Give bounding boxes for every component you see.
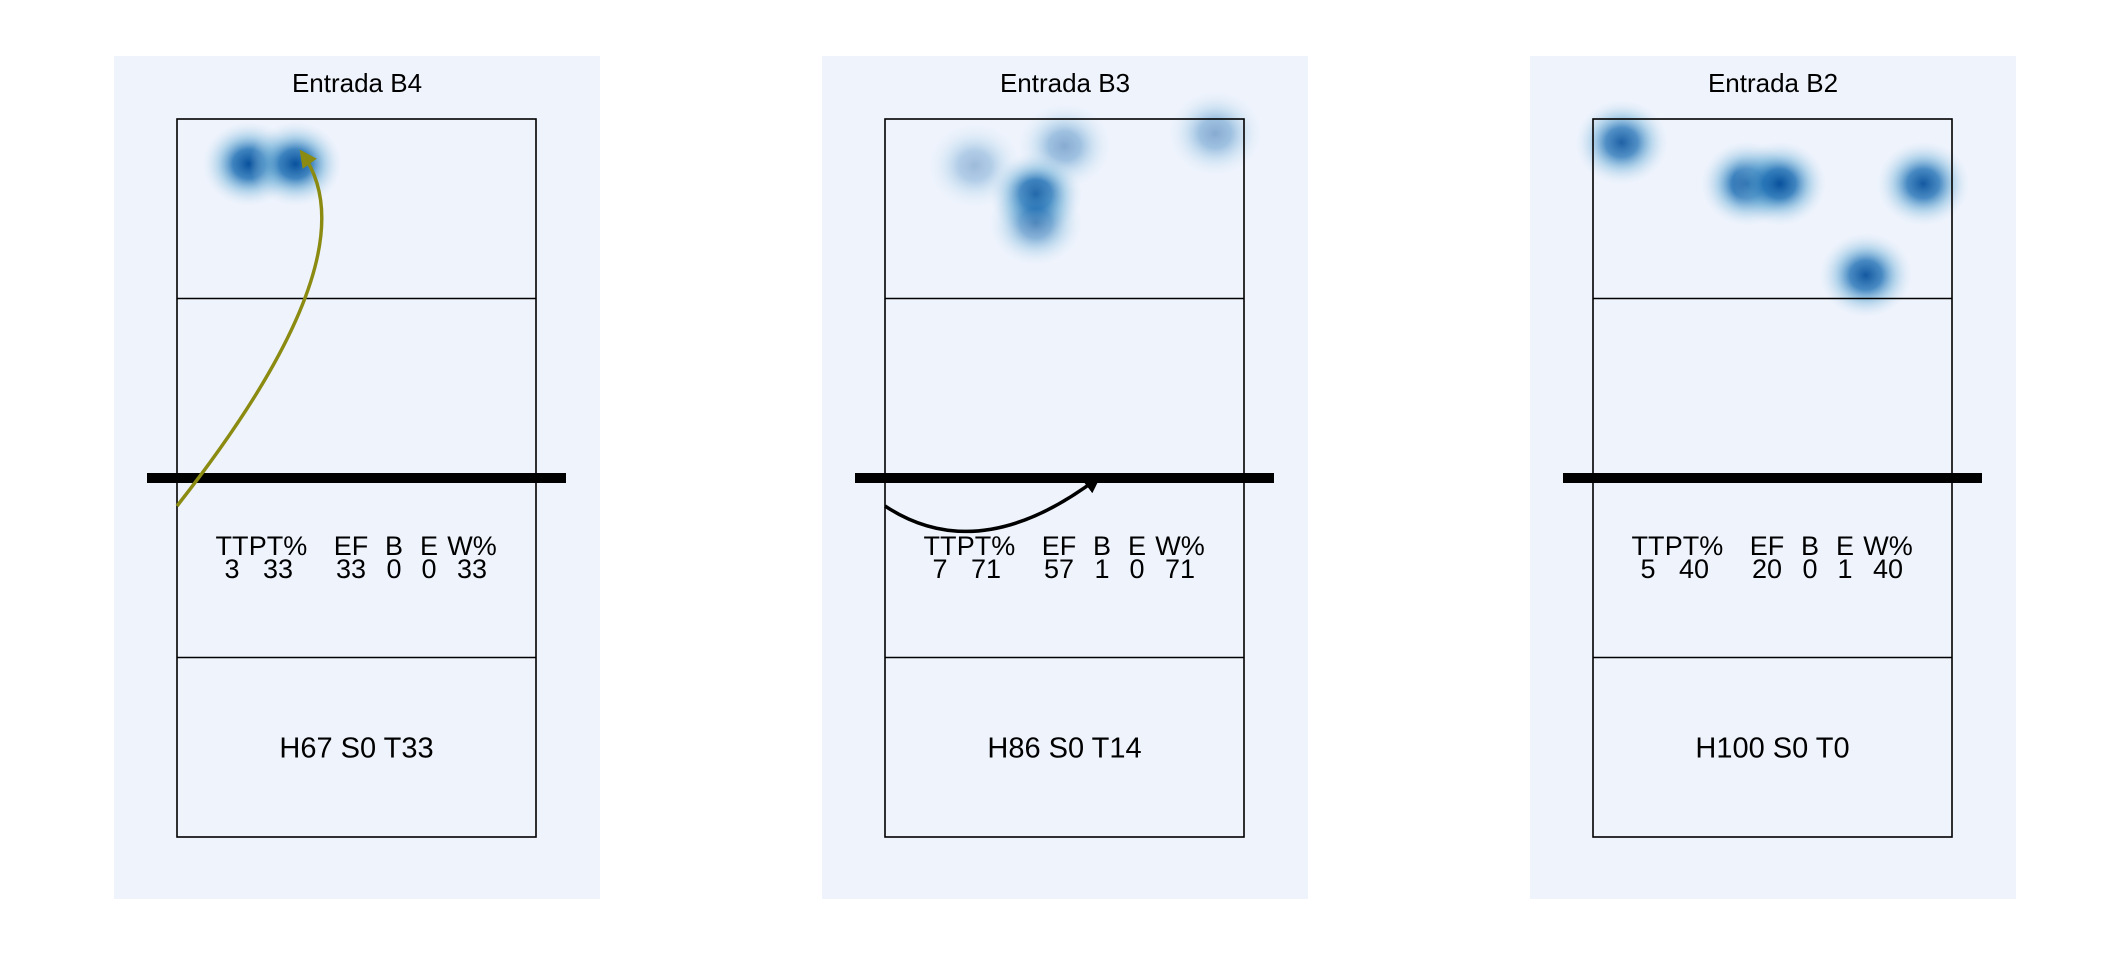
stat-value: 0 [386,554,401,584]
heat-hotspot [1575,100,1668,185]
heat-hotspot [1733,141,1826,226]
stat-value: 40 [1873,554,1903,584]
stat-value: 40 [1679,554,1709,584]
stat-value: 71 [971,554,1001,584]
code-label: H86 S0 T14 [987,732,1141,764]
stat-value: 33 [336,554,366,584]
court-panel-b2: Entrada B2 TT PT% EF B E W% 5 40 20 0 1 40 H100 S0 T… [1530,56,2016,899]
stat-value: 71 [1165,554,1195,584]
court-panel-b4: Entrada B4 TT PT% EF B E W% 3 33 33 0 0 33 H67 S0 T3… [114,56,600,899]
stat-value: 5 [1640,554,1655,584]
stat-value: 33 [263,554,293,584]
code-label: H67 S0 T33 [279,732,433,764]
stat-value: 57 [1044,554,1074,584]
stat-value: 20 [1752,554,1782,584]
code-label: H100 S0 T0 [1695,732,1849,764]
stat-value: 0 [421,554,436,584]
stat-value: 1 [1094,554,1109,584]
court-panel-b3: Entrada B3 TT PT% EF B E W% 7 71 57 1 0 71 H86 S0 T1… [822,56,1308,899]
stat-value: 33 [457,554,487,584]
heat-hotspot [249,121,342,206]
attack-arrow [175,149,324,508]
stat-value: 0 [1802,554,1817,584]
stat-value: 3 [224,554,239,584]
stat-value: 1 [1837,554,1852,584]
court-chart: TT PT% EF B E W%7 71 57 1 0 71H86 S0 T14 [855,91,1274,838]
stat-value: 0 [1129,554,1144,584]
attack-arrow [884,475,1102,534]
court-chart: TT PT% EF B E W%5 40 20 0 1 40H100 S0 T0 [1563,100,1982,838]
heat-hotspot [1169,91,1262,176]
heat-hotspot [1819,233,1912,318]
stat-value: 7 [932,554,947,584]
court-chart: TT PT% EF B E W%3 33 33 0 0 33H67 S0 T33 [147,118,566,838]
heat-hotspot [1877,141,1970,226]
heat-hotspot [989,181,1082,266]
